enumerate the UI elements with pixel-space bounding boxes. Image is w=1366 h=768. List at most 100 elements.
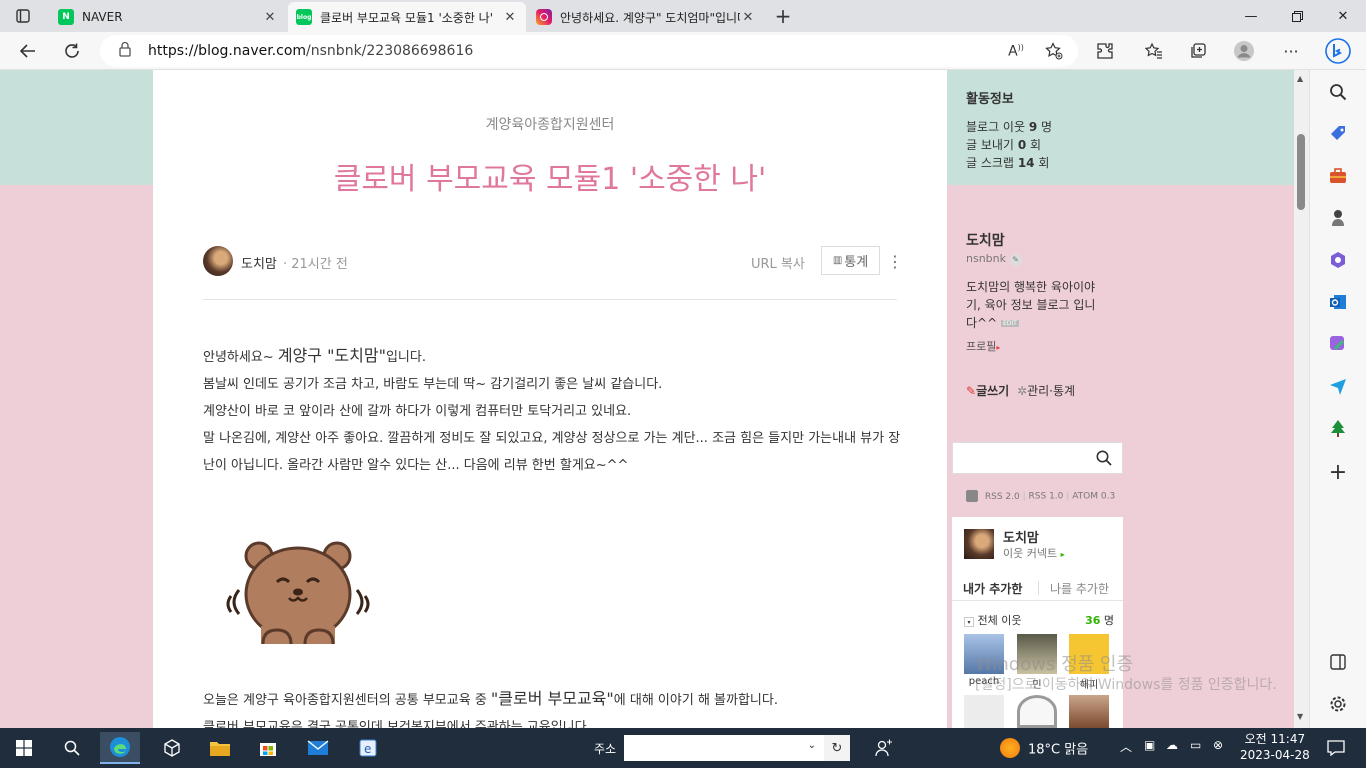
scroll-thumb[interactable] [1297,134,1305,210]
address-bar[interactable]: https://blog.naver.com/nsnbnk/2230866986… [100,35,1078,67]
tab-divider [1038,581,1039,595]
rss-1-link[interactable]: RSS 1.0 [1029,492,1064,502]
cloud-icon[interactable]: ☁ [1166,738,1178,752]
close-window-button[interactable]: ✕ [1320,0,1366,32]
microsoft-365-icon[interactable] [1326,248,1350,272]
stats-button[interactable]: ▥ 통계 [821,246,880,275]
pencil-icon[interactable]: ✎ [1009,254,1022,266]
meet-now-icon[interactable]: ▣ [1144,738,1155,752]
3d-viewer-icon[interactable] [152,732,192,764]
atom-link[interactable]: ATOM 0.3 [1072,492,1115,502]
tree-icon[interactable] [1326,416,1350,440]
search-icon[interactable] [1096,450,1112,466]
tab-added-me[interactable]: 나를 추가한 [1050,580,1109,597]
scroll-down-icon[interactable]: ▼ [1297,712,1303,721]
send-icon[interactable] [1326,374,1350,398]
games-icon[interactable] [1326,206,1350,230]
extensions-icon[interactable] [1090,36,1120,66]
tab-blog-post[interactable]: blog 클로버 부모교육 모듈1 '소중한 나' ✕ [288,2,526,32]
close-icon[interactable]: ✕ [262,10,278,25]
scroll-up-icon[interactable]: ▲ [1297,74,1303,83]
edit-badge[interactable]: EDIT [1000,319,1019,327]
settings-more-icon[interactable]: ··· [1276,36,1306,66]
post-body-continued: 오늘은 계양구 육아종합지원센터의 공통 부모교육 중 "클로버 부모교육"에 … [203,685,903,728]
start-button[interactable] [4,732,44,764]
neighbor-thumbnail[interactable] [1017,695,1057,728]
dropdown-icon[interactable]: ▾ [964,617,974,627]
outlook-icon[interactable] [1326,290,1350,314]
url-copy-button[interactable]: URL 복사 [751,253,805,272]
maximize-button[interactable] [1274,0,1320,32]
tab-actions-icon[interactable] [12,5,34,27]
back-button[interactable] [13,36,43,66]
rss-links: RSS 2.0 | RSS 1.0 | ATOM 0.3 [966,490,1115,502]
bing-copilot-icon[interactable] [1323,36,1353,66]
tools-icon[interactable] [1326,164,1350,188]
profile-nickname[interactable]: 도치맘 [966,230,1005,250]
activation-watermark-text: [설정]으로 이동하여 Windows를 정품 인증합니다. [975,677,1277,693]
weather-widget[interactable]: 18°C 맑음 [1000,738,1088,758]
tab-instagram[interactable]: 안녕하세요. 계양구" 도치엄마"입니다 ✕ [528,2,764,32]
neighbor-avatar[interactable] [964,529,994,559]
gear-icon[interactable] [1326,692,1350,716]
designer-icon[interactable] [1326,332,1350,356]
post-category[interactable]: 계양육아종합지원센터 [153,114,947,134]
neighbor-connect-link[interactable]: 이웃 커넥트 ▸ [1003,545,1065,561]
edge-taskbar-icon[interactable] [100,732,140,764]
write-manage-links: ✎글쓰기 ✲관리·통계 [966,382,1075,399]
address-go-button[interactable]: ↻ [824,735,850,761]
search-icon[interactable] [52,732,92,764]
refresh-button[interactable] [57,36,87,66]
page-scrollbar[interactable]: ▲ ▼ [1294,70,1309,728]
neighbor-owner-name[interactable]: 도치맘 [1003,527,1039,546]
blog-search-input[interactable] [952,442,1123,474]
manage-link[interactable]: ✲관리·통계 [1017,384,1075,398]
scraps-stat: 글 스크랩 14 회 [966,156,1050,170]
volume-muted-icon[interactable]: ⊗ [1213,738,1223,752]
rss-2-link[interactable]: RSS 2.0 [985,492,1020,502]
tab-naver[interactable]: N NAVER ✕ [50,2,286,32]
tab-label: NAVER [82,10,123,24]
notification-icon[interactable] [1316,732,1356,764]
clock-date: 2023-04-28 [1240,748,1310,762]
favorites-icon[interactable] [1139,36,1169,66]
profile-link[interactable]: 프로필▸ [966,338,1000,354]
more-options-icon[interactable]: ⋮ [887,250,903,272]
mail-icon[interactable] [298,732,338,764]
naver-icon: N [58,9,74,25]
internet-explorer-icon[interactable]: e [348,732,388,764]
close-icon[interactable]: ✕ [740,10,756,25]
profile-avatar[interactable] [1229,36,1259,66]
system-clock[interactable]: 오전 11:47 2023-04-28 [1240,731,1310,763]
network-icon[interactable]: ▭ [1190,738,1201,752]
add-favorite-icon[interactable] [1044,41,1064,61]
neighbor-box: 도치맘 이웃 커넥트 ▸ 내가 추가한 나를 추가한 ▾ 전체 이웃 36 명 … [952,517,1123,728]
close-icon[interactable]: ✕ [502,10,518,25]
lock-icon[interactable] [118,41,132,61]
neighbor-thumbnail[interactable] [1069,695,1109,728]
shopping-tag-icon[interactable] [1326,122,1350,146]
author-name[interactable]: 도치맘 [241,253,277,272]
search-icon[interactable] [1326,80,1350,104]
collections-icon[interactable] [1183,36,1213,66]
microsoft-store-icon[interactable] [248,732,288,764]
sidebar-toggle-icon[interactable] [1326,650,1350,674]
address-toolbar-input[interactable]: ⌄ [624,735,824,761]
write-link[interactable]: ✎글쓰기 [966,384,1009,398]
instagram-icon [536,9,552,25]
chevron-up-icon[interactable]: ︿ [1120,738,1132,755]
author-avatar[interactable] [203,246,233,276]
chevron-down-icon[interactable]: ⌄ [808,740,816,751]
url-text[interactable]: https://blog.naver.com/nsnbnk/2230866986… [148,43,473,59]
rss-icon [966,490,978,502]
pen-icon: ✎ [966,384,977,398]
add-icon[interactable]: + [1326,460,1350,485]
read-aloud-icon[interactable]: A)) [1006,41,1026,61]
new-tab-button[interactable]: + [772,4,794,28]
all-neighbors-row[interactable]: ▾ 전체 이웃 36 명 [964,612,1114,628]
tab-my-added[interactable]: 내가 추가한 [963,580,1022,597]
minimize-button[interactable]: — [1228,0,1274,32]
neighbor-thumbnail[interactable] [964,695,1004,728]
people-icon[interactable] [864,732,904,764]
file-explorer-icon[interactable] [200,732,240,764]
